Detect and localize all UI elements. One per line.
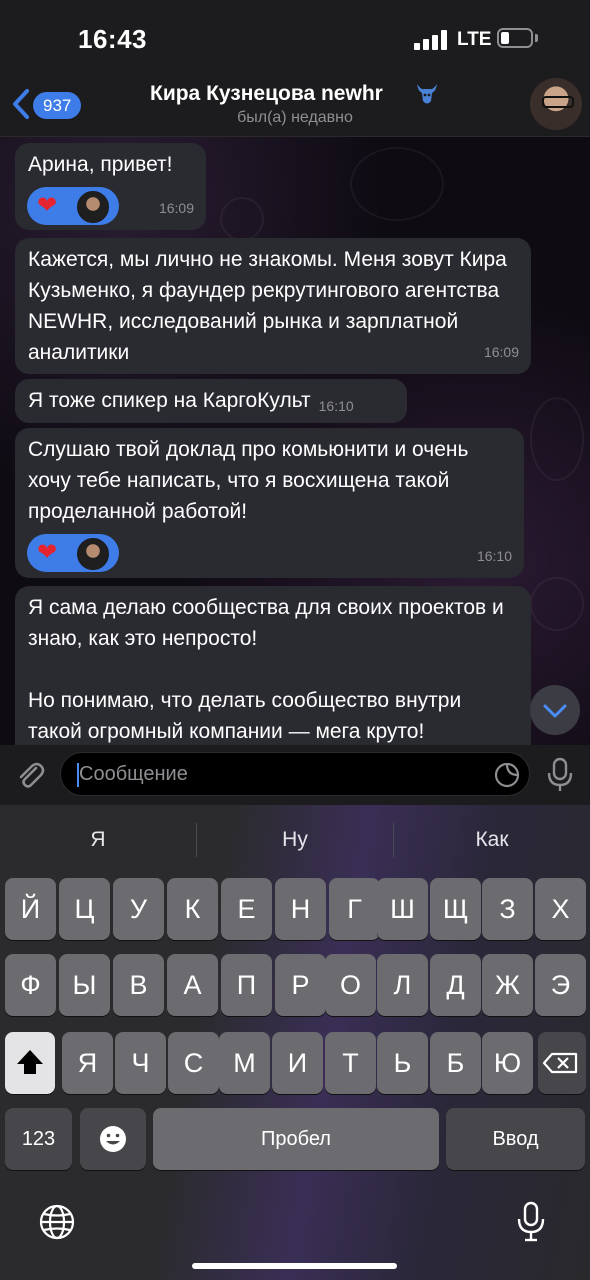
scroll-down-button[interactable]	[530, 685, 580, 735]
message-text: Слушаю твой доклад про комьюнити и очень…	[28, 438, 469, 523]
suggestion-2[interactable]: Ну	[197, 805, 393, 875]
key[interactable]: Э	[535, 954, 586, 1016]
home-indicator	[192, 1263, 397, 1269]
heart-reaction-icon: ❤	[37, 192, 58, 219]
space-key[interactable]: Пробел	[153, 1108, 439, 1170]
key[interactable]: Д	[430, 954, 481, 1016]
key[interactable]: Т	[325, 1032, 376, 1094]
message-text: Я сама делаю сообщества для своих проект…	[28, 596, 504, 650]
key[interactable]: П	[221, 954, 272, 1016]
message-time: 16:09	[158, 200, 194, 216]
numbers-key[interactable]: 123	[5, 1108, 72, 1170]
wallpaper-doodle	[530, 577, 584, 631]
status-bar: 16:43 LTE	[0, 0, 590, 76]
key[interactable]: Х	[535, 878, 586, 940]
message-text: Кажется, мы лично не знакомы. Меня зовут…	[28, 248, 507, 364]
shift-arrow-icon	[17, 1050, 43, 1074]
wallpaper-doodle	[220, 197, 264, 241]
network-type: LTE	[457, 29, 492, 50]
bull-logo-icon	[417, 84, 437, 104]
key[interactable]: А	[167, 954, 218, 1016]
key[interactable]: Ь	[377, 1032, 428, 1094]
key[interactable]: М	[219, 1032, 270, 1094]
key[interactable]: Ф	[5, 954, 56, 1016]
message-time: 16:10	[476, 548, 512, 564]
shift-key[interactable]	[5, 1032, 55, 1094]
return-key[interactable]: Ввод	[446, 1108, 585, 1170]
clock: 16:43	[78, 24, 147, 54]
signal-icon	[414, 30, 447, 50]
key[interactable]: Р	[275, 954, 326, 1016]
key[interactable]: Н	[275, 878, 326, 940]
key[interactable]: И	[272, 1032, 323, 1094]
key[interactable]: Ы	[59, 954, 110, 1016]
suggestion-1[interactable]: Я	[0, 805, 196, 875]
reactor-avatar	[77, 538, 109, 570]
suggestion-3[interactable]: Как	[394, 805, 590, 875]
paperclip-icon[interactable]	[14, 759, 46, 791]
battery-tip	[535, 34, 538, 42]
message-time: 16:09	[483, 344, 519, 360]
reaction-chip[interactable]: ❤	[27, 534, 119, 572]
message-text: Арина, привет!	[28, 153, 173, 176]
message-list[interactable]: Арина, привет! ❤ 16:09 Кажется, мы лично…	[0, 137, 590, 745]
emoji-icon	[100, 1126, 126, 1152]
keyboard: Я Ну Как Й Ц У К Е Н Г Ш Щ З Х Ф Ы В А П…	[0, 805, 590, 1280]
message-time: 16:10	[318, 398, 354, 414]
contact-avatar[interactable]	[530, 78, 582, 130]
message-bubble[interactable]: Я тоже спикер на КаргоКульт 16:10	[15, 379, 407, 423]
chat-header: 937 Кира Кузнецова newhr был(а) недавно	[0, 76, 590, 137]
key[interactable]: Я	[62, 1032, 113, 1094]
key[interactable]: Л	[377, 954, 428, 1016]
key[interactable]: К	[167, 878, 218, 940]
key[interactable]: В	[113, 954, 164, 1016]
heart-reaction-icon: ❤	[37, 539, 58, 566]
microphone-icon[interactable]	[545, 757, 575, 793]
message-input[interactable]: Сообщение	[60, 752, 530, 796]
key[interactable]: Б	[430, 1032, 481, 1094]
message-bubble[interactable]: Я сама делаю сообщества для своих проект…	[15, 586, 531, 745]
key[interactable]: Ч	[115, 1032, 166, 1094]
emoji-key[interactable]	[80, 1108, 146, 1170]
reactor-avatar	[77, 191, 109, 223]
key[interactable]: С	[168, 1032, 219, 1094]
battery-icon	[497, 28, 533, 48]
key[interactable]: О	[325, 954, 376, 1016]
backspace-key[interactable]	[538, 1032, 586, 1094]
message-input-placeholder: Сообщение	[79, 763, 188, 785]
reaction-chip[interactable]: ❤	[27, 187, 119, 225]
key[interactable]: Ю	[482, 1032, 533, 1094]
message-bubble[interactable]: Арина, привет! ❤ 16:09	[15, 143, 206, 230]
key[interactable]: Ц	[59, 878, 110, 940]
key[interactable]: Г	[329, 878, 380, 940]
key[interactable]: Е	[221, 878, 272, 940]
last-seen-status: был(а) недавно	[237, 109, 353, 126]
wallpaper-doodle	[530, 397, 584, 481]
message-bubble[interactable]: Слушаю твой доклад про комьюнити и очень…	[15, 428, 524, 578]
composer-bar: Сообщение	[0, 745, 590, 805]
key[interactable]: З	[482, 878, 533, 940]
key[interactable]: Ж	[482, 954, 533, 1016]
backspace-icon	[542, 1052, 578, 1074]
dictation-mic-icon[interactable]	[515, 1201, 547, 1243]
key[interactable]: Ш	[377, 878, 428, 940]
chevron-down-icon	[543, 704, 567, 718]
message-text: Я тоже спикер на КаргоКульт	[28, 389, 311, 412]
message-bubble[interactable]: Кажется, мы лично не знакомы. Меня зовут…	[15, 238, 531, 374]
key[interactable]: Й	[5, 878, 56, 940]
key[interactable]: Щ	[430, 878, 481, 940]
message-text: Но понимаю, что делать сообщество внутри…	[28, 689, 462, 743]
key[interactable]: У	[113, 878, 164, 940]
wallpaper-doodle	[350, 147, 444, 221]
sticker-icon[interactable]	[493, 761, 521, 789]
globe-icon[interactable]	[38, 1203, 76, 1241]
chat-title[interactable]: Кира Кузнецова newhr	[150, 82, 383, 106]
